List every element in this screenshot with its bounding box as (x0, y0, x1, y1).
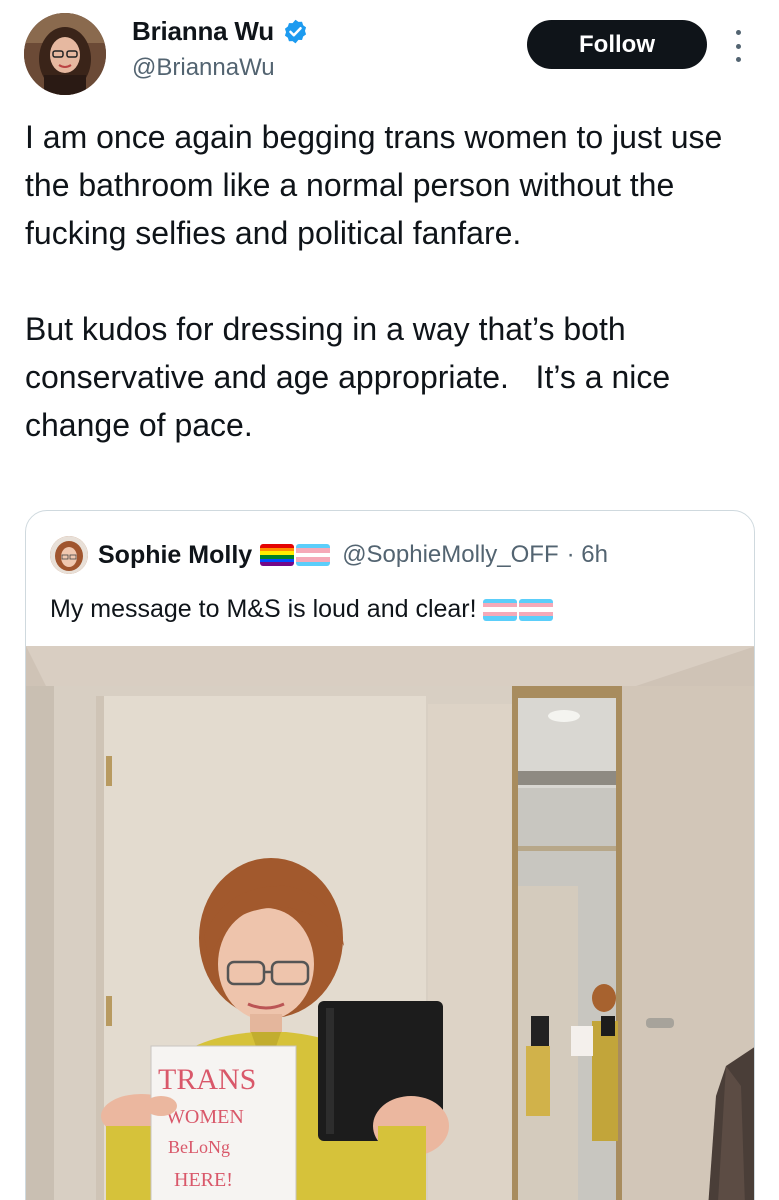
rainbow-flag-emoji (260, 544, 295, 566)
author-display-name[interactable]: Brianna Wu (132, 16, 274, 47)
text-flags (482, 598, 553, 621)
quoted-tweet-time[interactable]: · 6h (567, 541, 608, 569)
more-dot (735, 30, 741, 35)
tweet-paragraph-1: I am once again begging trans women to j… (25, 119, 732, 251)
sign-line: WOMEN (166, 1106, 244, 1128)
more-vertical-icon[interactable] (728, 30, 748, 62)
quoted-tweet-header: Sophie Molly @SophieMolly_OFF · 6h (50, 536, 608, 574)
trans-flag-emoji (296, 544, 331, 566)
changing-room-mirror-selfie: TRANS WOMEN BeLoNg HERE! (26, 646, 754, 1200)
sign-line: TRANS (158, 1063, 256, 1096)
tweet-paragraph-2: But kudos for dressing in a way that’s b… (25, 311, 680, 443)
tweet-text: I am once again begging trans women to j… (25, 113, 760, 449)
more-dot (735, 57, 741, 62)
trans-flag-emoji (518, 598, 553, 621)
more-dot (735, 43, 741, 49)
quoted-author-avatar[interactable] (50, 536, 88, 574)
quoted-author-handle[interactable]: @SophieMolly_OFF (342, 541, 558, 569)
quoted-tweet-text: My message to M&S is loud and clear! (50, 595, 477, 623)
name-flags (260, 544, 331, 566)
author-name-row[interactable]: Brianna Wu (132, 16, 309, 47)
trans-flag-emoji (482, 598, 517, 621)
author-avatar-image (24, 13, 106, 95)
author-avatar[interactable] (24, 13, 106, 95)
follow-button[interactable]: Follow (527, 20, 707, 69)
author-handle[interactable]: @BriannaWu (132, 54, 275, 82)
quoted-tweet-card[interactable]: Sophie Molly @SophieMolly_OFF · 6h My me… (25, 510, 755, 1200)
sign-line: HERE! (174, 1169, 233, 1191)
sign-line: BeLoNg (168, 1137, 230, 1157)
quoted-tweet-text-row: My message to M&S is loud and clear! (50, 595, 553, 624)
quoted-tweet-photo[interactable]: TRANS WOMEN BeLoNg HERE! (26, 646, 754, 1200)
quoted-author-avatar-image (50, 536, 88, 574)
quoted-author-display-name[interactable]: Sophie Molly (98, 541, 252, 570)
verified-badge-icon (284, 19, 307, 44)
